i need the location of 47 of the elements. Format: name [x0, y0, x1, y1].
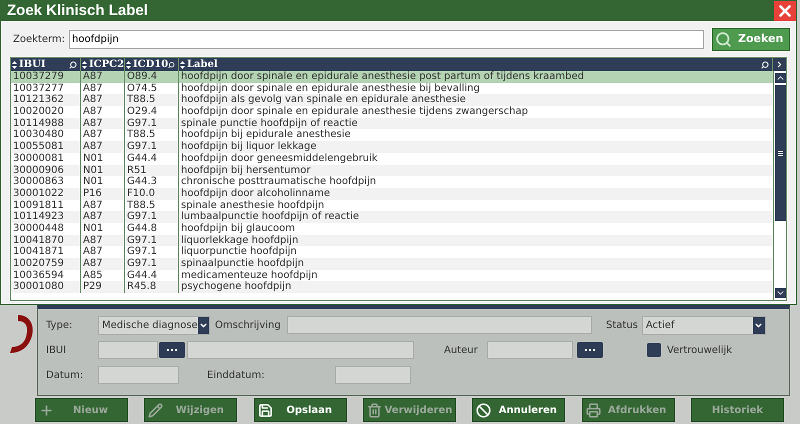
table-cell-text: chronische posttraumatische hoofdpijn: [180, 176, 378, 188]
table-row[interactable]: 10114988 A87 G97.1 spinale punctie hoofdpijn of reactie: [11, 118, 773, 130]
table-row[interactable]: 30001022 P16 F10.0 hoofdpijn door alcoholinname: [11, 188, 773, 200]
table-row[interactable]: 30000906 N01 R51 hoofdpijn bij hersentumor: [11, 164, 773, 176]
date-label: Datum:: [46, 368, 84, 382]
table-cell-text: hoofdpijn door geneesmiddelengebruik: [180, 152, 379, 164]
table-cell-text: lumbaalpunctie hoofdpijn of reactie: [180, 211, 360, 223]
table-cell-text: medicamenteuze hoofdpijn: [180, 270, 319, 281]
table-row[interactable]: 10114923 A87 G97.1 lumbaalpunctie hoofdpijn of reactie: [11, 211, 773, 223]
table-row[interactable]: 10055081 A87 G97.1 hoofdpijn bij liquor lekkage: [11, 141, 773, 153]
table-cell: P29: [81, 281, 125, 294]
table-row[interactable]: 10037279 A87 O89.4 hoofdpijn door spinale en epidurale anesthesie post partum of tijdens kraambed: [11, 71, 773, 83]
table-cell-text: hoofdpijn bij glaucoom: [180, 222, 296, 235]
table-cell: R45.8: [125, 281, 179, 294]
action-button[interactable]: Annuleren: [472, 398, 566, 422]
table-cell-text: hoofdpijn door alcoholinname: [180, 188, 331, 200]
table-cell-text: hoofdpijn bij hersentumor: [180, 164, 312, 176]
table-row[interactable]: 10020759 A87 G97.1 spinaalpunctie hoofdpijn: [11, 258, 773, 270]
description-label: Omschrijving: [215, 318, 282, 332]
table-cell-text: hoofdpijn door spinale en epidurale anesthesie post partum of tijdens kraambed: [180, 71, 585, 83]
table-cell-text: hoofdpijn bij liquor lekkage: [180, 141, 318, 153]
table-cell-text: spinale anesthesie hoofdpijn: [180, 200, 326, 211]
table-row[interactable]: 10121362 A87 T88.5 hoofdpijn als gevolg van spinale en epidurale anesthesie: [11, 94, 773, 106]
author-label: Auteur: [444, 344, 479, 358]
table-cell-text: hoofdpijn door spinale en epidurale anesthesie bij bevalling: [180, 82, 481, 94]
table-cell-text: liquorlekkage hoofdpijn: [180, 234, 300, 246]
table-cell: 30001080: [11, 281, 81, 294]
table-row[interactable]: 30001080 P29 R45.8 psychogene hoofdpijn: [11, 281, 773, 294]
ibui-label: IBUI: [46, 344, 68, 358]
confidential-label: Vertrouwelijk: [667, 344, 732, 358]
action-button[interactable]: Opslaan: [254, 398, 347, 422]
window-title: Zoek Klinisch Label: [6, 0, 148, 21]
end-date-label: Einddatum:: [207, 368, 266, 382]
status-select[interactable]: Actief: [642, 316, 766, 334]
status-label: Status: [606, 318, 638, 332]
table-cell-text: spinaalpunctie hoofdpijn: [180, 258, 305, 270]
table-cell-text: spinale punctie hoofdpijn of reactie: [180, 118, 359, 129]
table-cell-text: psychogene hoofdpijn: [180, 281, 292, 294]
table-cell-text: hoofdpijn als gevolg van spinale en epidurale anesthesie: [180, 94, 467, 106]
table-cell-text: hoofdpijn door spinale en epidurale anesthesie tijdens zwangerschap: [180, 106, 529, 118]
search-label: Zoekterm:: [13, 32, 66, 46]
table-cell-text: liquorpunctie hoofdpijn: [180, 246, 298, 258]
table-cell-text: hoofdpijn bij epidurale anesthesie: [180, 129, 352, 141]
table-row[interactable]: 10041870 A87 G97.1 liquorlekkage hoofdpijn: [11, 234, 773, 246]
search-field[interactable]: hoofdpijn: [69, 30, 704, 48]
type-select[interactable]: Medische diagnose: [98, 316, 210, 334]
type-label: Type:: [46, 318, 74, 332]
